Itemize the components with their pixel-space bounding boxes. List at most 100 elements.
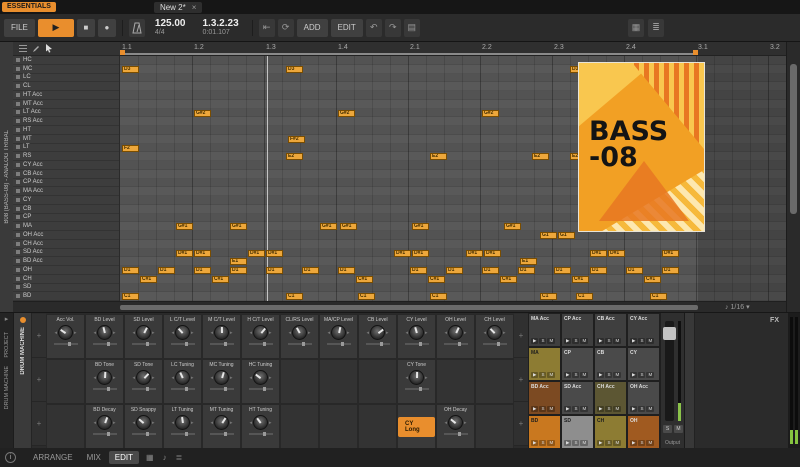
midi-note-d1[interactable]: D1	[518, 267, 535, 274]
increment-icon[interactable]: ▸	[386, 330, 389, 336]
midi-note-d1[interactable]: D1	[410, 267, 427, 274]
pad-solo-button[interactable]: S	[539, 338, 547, 344]
midi-note-f2[interactable]: F2	[122, 144, 139, 152]
pad-preview-button[interactable]: ▶	[531, 372, 539, 378]
midi-note-d1[interactable]: D1	[446, 267, 463, 274]
pad-preview-button[interactable]: ▶	[564, 406, 572, 412]
midi-note-d1[interactable]: D1	[626, 267, 643, 274]
decrement-icon[interactable]: ◂	[444, 330, 447, 336]
decrement-icon[interactable]: ◂	[132, 330, 135, 336]
pad-mute-button[interactable]: M	[646, 372, 655, 378]
play-button[interactable]: ▶	[37, 18, 74, 37]
midi-note-ds1[interactable]: D#1	[662, 249, 679, 257]
drum-pad-cp-acc[interactable]: CP Acc ▶ S M	[561, 313, 594, 347]
midi-note-e2[interactable]: E2	[532, 153, 549, 161]
pad-mute-button[interactable]: M	[646, 440, 655, 446]
midi-note-ds1[interactable]: D#1	[194, 249, 211, 257]
midi-note-c1[interactable]: C1	[286, 293, 303, 301]
decrement-icon[interactable]: ◂	[132, 420, 135, 426]
increment-icon[interactable]: ▸	[113, 330, 116, 336]
track-row-mt[interactable]: MT	[13, 135, 119, 144]
pad-mute-button[interactable]: M	[580, 440, 589, 446]
panel-tab-drum-machine[interactable]: DRUM MACHINE	[4, 366, 10, 409]
vscroll-thumb[interactable]	[790, 64, 797, 214]
pad-solo-button[interactable]: S	[638, 440, 646, 446]
knob-lc-tuning[interactable]	[175, 370, 190, 385]
knob-sd-tone[interactable]	[136, 370, 151, 385]
midi-note-d1[interactable]: D1	[230, 267, 247, 274]
midi-note-d3[interactable]: D3	[286, 65, 303, 73]
pad-preview-button[interactable]: ▶	[597, 406, 605, 412]
file-menu-button[interactable]: FILE	[4, 18, 35, 37]
pad-preview-button[interactable]: ▶	[564, 338, 572, 344]
knob-oh-level[interactable]	[448, 325, 463, 340]
midi-note-ds1[interactable]: D#1	[266, 249, 283, 257]
drum-pad-cy[interactable]: CY ▶ S M	[627, 347, 660, 381]
midi-note-d1[interactable]: D1	[482, 267, 499, 274]
increment-icon[interactable]: ▸	[425, 330, 428, 336]
clip-title-strip[interactable]: B08 (BASS-08) - ANALOG TRIBAL	[0, 42, 14, 312]
midi-note-c1[interactable]: C1	[430, 293, 447, 301]
midi-note-d1[interactable]: D1	[122, 267, 139, 274]
decrement-icon[interactable]: ◂	[327, 330, 330, 336]
midi-note-cs1[interactable]: C#1	[644, 275, 661, 283]
midi-note-ds1[interactable]: D#1	[412, 249, 429, 257]
drum-pad-sd[interactable]: SD ▶ S M	[561, 415, 594, 449]
midi-note-gs1[interactable]: G#1	[504, 223, 521, 231]
track-row-cb-acc[interactable]: CB Acc	[13, 170, 119, 179]
drum-pad-ma-acc[interactable]: MA Acc ▶ S M	[528, 313, 561, 347]
pad-mute-button[interactable]: M	[646, 406, 655, 412]
knob-l-ct-level[interactable]	[175, 325, 190, 340]
mixer-view-icon[interactable]: ≣	[174, 453, 185, 462]
add-device-slot[interactable]: +	[32, 314, 46, 358]
track-row-cy-acc[interactable]: CY Acc	[13, 161, 119, 170]
knob-acc-vol[interactable]	[58, 325, 73, 340]
pad-preview-button[interactable]: ▶	[597, 440, 605, 446]
midi-note-gs1[interactable]: G#1	[320, 223, 337, 231]
increment-icon[interactable]: ▸	[269, 375, 272, 381]
settings-button[interactable]: ≣	[648, 18, 664, 37]
pad-mute-button[interactable]: M	[613, 338, 622, 344]
track-row-sd[interactable]: SD	[13, 284, 119, 293]
add-button[interactable]: ADD	[296, 18, 328, 37]
pad-mute-button[interactable]: M	[646, 338, 655, 344]
pad-preview-button[interactable]: ▶	[531, 406, 539, 412]
tempo-display[interactable]: 125.00 4/4	[155, 18, 186, 37]
view-tab-mix[interactable]: MIX	[81, 451, 107, 464]
decrement-icon[interactable]: ◂	[210, 330, 213, 336]
decrement-icon[interactable]: ◂	[171, 420, 174, 426]
pad-mute-button[interactable]: M	[547, 372, 556, 378]
midi-note-d1[interactable]: D1	[266, 267, 283, 274]
track-row-oh[interactable]: OH	[13, 266, 119, 275]
pad-solo-button[interactable]: S	[572, 338, 580, 344]
decrement-icon[interactable]: ◂	[483, 330, 486, 336]
midi-note-ds1[interactable]: D#1	[394, 249, 411, 257]
metronome-button[interactable]	[128, 18, 145, 37]
pad-solo-button[interactable]: S	[572, 440, 580, 446]
increment-icon[interactable]: ▸	[113, 420, 116, 426]
midi-note-g1[interactable]: G1	[540, 232, 557, 239]
increment-icon[interactable]: ▸	[191, 375, 194, 381]
midi-note-gs2[interactable]: G#2	[482, 109, 499, 117]
increment-icon[interactable]: ▸	[308, 330, 311, 336]
position-display[interactable]: 1.3.2.23 0:01.107	[203, 18, 239, 37]
knob-ht-tuning[interactable]	[253, 415, 268, 430]
track-row-mc[interactable]: MC	[13, 65, 119, 74]
track-row-lt-acc[interactable]: LT Acc	[13, 109, 119, 118]
drum-pad-ch[interactable]: CH ▶ S M	[594, 415, 627, 449]
pad-solo-button[interactable]: S	[539, 406, 547, 412]
knob-cb-level[interactable]	[370, 325, 385, 340]
pad-mute-button[interactable]: M	[613, 440, 622, 446]
record-button[interactable]: ●	[97, 18, 116, 37]
mute-button[interactable]: M	[674, 425, 683, 433]
decrement-icon[interactable]: ◂	[171, 375, 174, 381]
add-device-slot[interactable]: +	[32, 358, 46, 402]
list-view-button[interactable]	[18, 44, 27, 53]
pad-solo-button[interactable]: S	[638, 338, 646, 344]
pad-preview-button[interactable]: ▶	[531, 338, 539, 344]
decrement-icon[interactable]: ◂	[93, 375, 96, 381]
decrement-icon[interactable]: ◂	[54, 330, 57, 336]
solo-button[interactable]: S	[663, 425, 672, 433]
pad-solo-button[interactable]: S	[605, 406, 613, 412]
info-button[interactable]: i	[5, 452, 16, 463]
